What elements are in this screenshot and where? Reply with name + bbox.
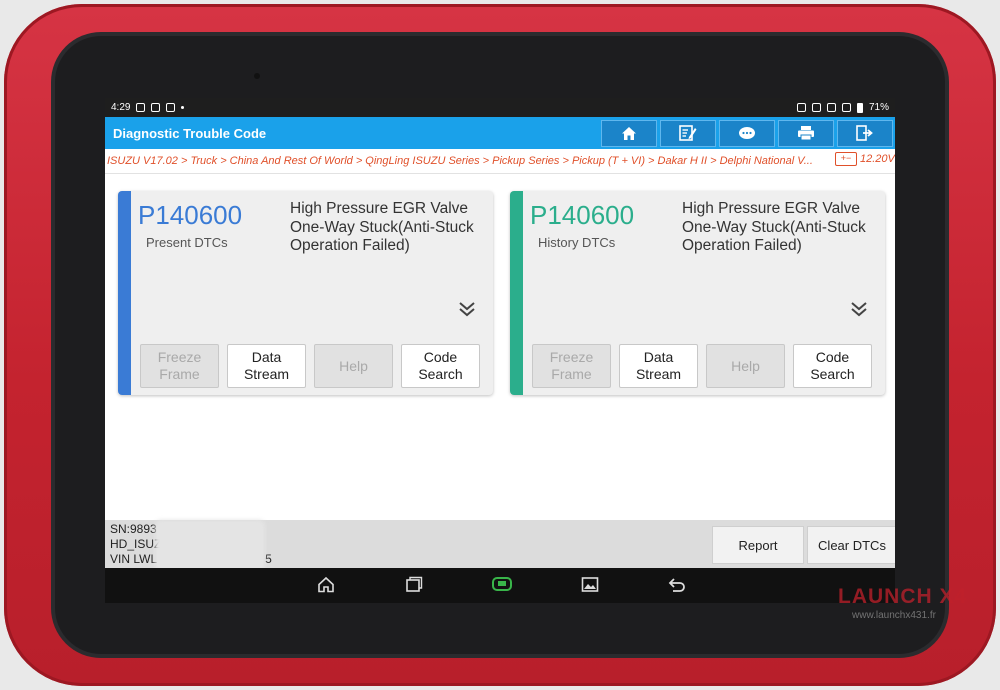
car-battery-icon: +− bbox=[835, 152, 857, 166]
back-icon[interactable] bbox=[668, 576, 686, 593]
expand-button[interactable] bbox=[850, 301, 868, 322]
double-chevron-down-icon bbox=[851, 302, 867, 317]
dtc-action-row: Freeze Frame Data Stream Help Code Searc… bbox=[532, 344, 872, 388]
android-nav-bar bbox=[105, 568, 895, 603]
recent-apps-icon[interactable] bbox=[405, 576, 423, 593]
dtc-list: P140600 Present DTCs High Pressure EGR V… bbox=[105, 174, 895, 520]
title-bar: Diagnostic Trouble Code bbox=[105, 117, 895, 149]
double-chevron-down-icon bbox=[459, 302, 475, 317]
dtc-description: High Pressure EGR Valve One-Way Stuck(An… bbox=[290, 200, 474, 254]
print-button[interactable] bbox=[778, 119, 834, 147]
app-notification-icon bbox=[166, 103, 176, 112]
cast-icon bbox=[796, 103, 806, 112]
brand-watermark: LAUNCH X4 bbox=[838, 585, 968, 608]
wifi-icon bbox=[841, 103, 851, 112]
dtc-card-present: P140600 Present DTCs High Pressure EGR V… bbox=[118, 191, 493, 395]
help-button[interactable]: Help bbox=[314, 344, 393, 388]
dtc-status: Present DTCs bbox=[146, 235, 228, 250]
settings-notification-icon bbox=[151, 103, 161, 112]
report-button[interactable]: Report bbox=[712, 526, 804, 564]
footer-bar: SN:9893 HD_ISUZ VIN LWL 5 Report Clear DT… bbox=[105, 520, 895, 572]
brand-url-watermark: www.launchx431.fr bbox=[852, 610, 936, 621]
print-icon bbox=[798, 126, 814, 141]
code-search-button[interactable]: Code Search bbox=[793, 344, 872, 388]
help-button[interactable]: Help bbox=[706, 344, 785, 388]
vci-icon[interactable] bbox=[491, 576, 513, 593]
edit-report-icon bbox=[679, 125, 697, 141]
battery-voltage: +− 12.20V bbox=[835, 152, 895, 166]
home-button[interactable] bbox=[601, 119, 657, 147]
chat-icon bbox=[739, 126, 755, 139]
breadcrumb-bar: ISUZU V17.02 > Truck > China And Rest Of… bbox=[105, 149, 895, 174]
edit-report-button[interactable] bbox=[660, 119, 716, 147]
tablet-screen: 4:29 71% Diagnostic Trouble Code ISUZU V… bbox=[105, 98, 895, 603]
exit-icon bbox=[856, 125, 873, 141]
dtc-code: P140600 bbox=[530, 200, 635, 230]
toolbar bbox=[601, 119, 895, 147]
eye-icon bbox=[826, 103, 836, 112]
breadcrumb: ISUZU V17.02 > Truck > China And Rest Of… bbox=[107, 155, 813, 167]
freeze-frame-button[interactable]: Freeze Frame bbox=[140, 344, 219, 388]
expand-button[interactable] bbox=[458, 301, 476, 322]
data-stream-button[interactable]: Data Stream bbox=[619, 344, 698, 388]
chat-button[interactable] bbox=[719, 119, 775, 147]
redaction-blur bbox=[155, 520, 265, 572]
code-search-button[interactable]: Code Search bbox=[401, 344, 480, 388]
card-accent-bar bbox=[118, 191, 131, 395]
card-accent-bar bbox=[510, 191, 523, 395]
dtc-action-row: Freeze Frame Data Stream Help Code Searc… bbox=[140, 344, 480, 388]
page-title: Diagnostic Trouble Code bbox=[113, 125, 267, 141]
voltage-value: 12.20V bbox=[860, 153, 895, 165]
battery-icon bbox=[856, 102, 863, 113]
screenshot-icon[interactable] bbox=[581, 576, 599, 593]
freeze-frame-button[interactable]: Freeze Frame bbox=[532, 344, 611, 388]
clear-dtcs-button[interactable]: Clear DTCs bbox=[807, 526, 895, 564]
home-icon[interactable] bbox=[317, 576, 335, 593]
dtc-code: P140600 bbox=[138, 200, 243, 230]
android-status-bar: 4:29 71% bbox=[105, 98, 895, 117]
clock: 4:29 bbox=[111, 102, 131, 113]
dtc-description: High Pressure EGR Valve One-Way Stuck(An… bbox=[682, 200, 866, 254]
exit-button[interactable] bbox=[837, 119, 893, 147]
more-notifications-icon bbox=[181, 106, 185, 109]
battery-level: 71% bbox=[868, 102, 889, 113]
dtc-status: History DTCs bbox=[538, 235, 616, 250]
home-icon bbox=[622, 126, 636, 140]
camera bbox=[254, 73, 260, 79]
dtc-card-history: P140600 History DTCs High Pressure EGR V… bbox=[510, 191, 885, 395]
gallery-notification-icon bbox=[136, 103, 146, 112]
location-icon bbox=[811, 103, 821, 112]
data-stream-button[interactable]: Data Stream bbox=[227, 344, 306, 388]
